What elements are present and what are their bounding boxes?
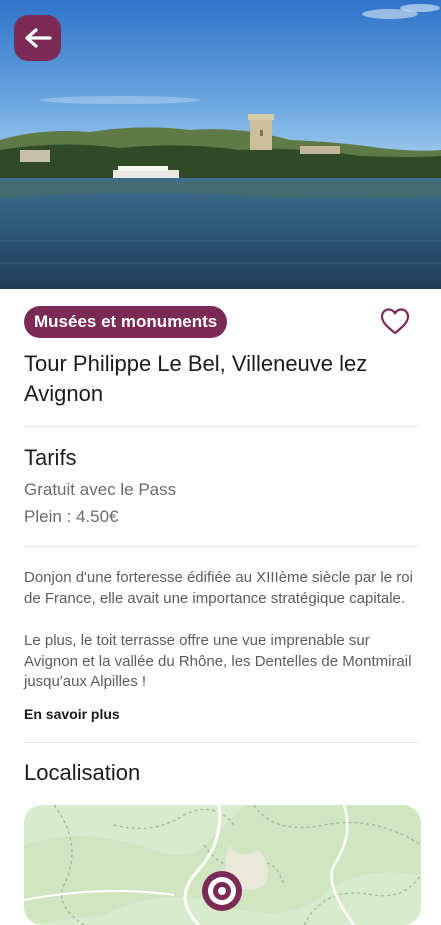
pricing-heading: Tarifs xyxy=(24,445,77,470)
divider xyxy=(24,426,419,427)
category-row: Musées et monuments xyxy=(24,306,417,338)
price-free: Gratuit avec le Pass xyxy=(24,480,177,499)
back-button[interactable] xyxy=(14,15,61,61)
heart-outline-icon xyxy=(380,308,410,335)
divider xyxy=(24,742,419,743)
location-heading: Localisation xyxy=(24,760,141,785)
location-map[interactable] xyxy=(24,805,421,925)
price-full: Plein : 4.50€ xyxy=(24,507,119,526)
description-paragraph-2: Le plus, le toit terrasse offre une vue … xyxy=(24,632,412,690)
map-pin-icon[interactable] xyxy=(200,869,244,925)
category-badge[interactable]: Musées et monuments xyxy=(24,306,228,338)
description-paragraph-1: Donjon d'une forteresse édifiée au XIIIè… xyxy=(24,569,413,607)
favorite-button[interactable] xyxy=(379,306,411,338)
divider xyxy=(24,546,419,547)
arrow-left-icon xyxy=(24,28,52,48)
hero-image xyxy=(0,0,441,289)
page-title: Tour Philippe Le Bel, Villeneuve lez Avi… xyxy=(24,351,368,406)
hero-photo xyxy=(0,0,441,289)
read-more-link[interactable]: En savoir plus xyxy=(24,705,120,723)
